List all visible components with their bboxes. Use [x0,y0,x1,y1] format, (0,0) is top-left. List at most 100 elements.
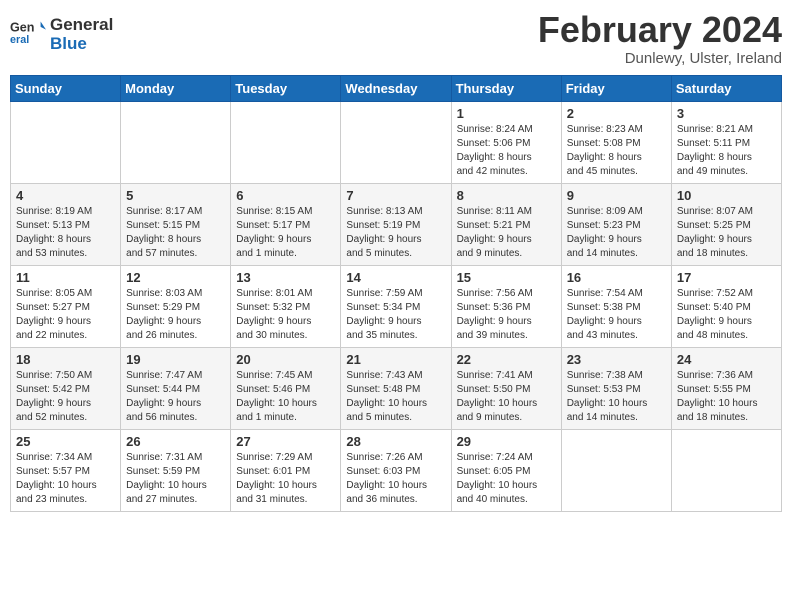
calendar-cell: 25 Sunrise: 7:34 AM Sunset: 5:57 PM Dayli… [11,429,121,511]
calendar-day-header: Saturday [671,75,781,101]
calendar-cell: 10 Sunrise: 8:07 AM Sunset: 5:25 PM Dayli… [671,183,781,265]
day-number: 16 [567,270,666,285]
day-info: Sunrise: 7:41 AM Sunset: 5:50 PM Dayligh… [457,369,556,425]
calendar-cell [121,101,231,183]
calendar-cell: 21Sunrise: 7:43 AM Sunset: 5:48 PM Dayli… [341,347,451,429]
day-info: Sunrise: 8:17 AM Sunset: 5:15 PM Dayligh… [126,205,225,261]
day-number: 19 [126,352,225,367]
day-number: 10 [677,188,776,203]
calendar-cell: 24 Sunrise: 7:36 AM Sunset: 5:55 PM Dayli… [671,347,781,429]
calendar-cell: 20 Sunrise: 7:45 AM Sunset: 5:46 PM Dayli… [231,347,341,429]
calendar-day-header: Wednesday [341,75,451,101]
day-info: Sunrise: 7:26 AM Sunset: 6:03 PM Dayligh… [346,451,445,507]
day-info: Sunrise: 7:36 AM Sunset: 5:55 PM Dayligh… [677,369,776,425]
day-number: 6 [236,188,335,203]
calendar-week-row: 1 Sunrise: 8:24 AM Sunset: 5:06 PM Daylig… [11,101,782,183]
calendar-cell [561,429,671,511]
day-number: 27 [236,434,335,449]
calendar-cell: 6 Sunrise: 8:15 AM Sunset: 5:17 PM Daylig… [231,183,341,265]
calendar-cell: 3 Sunrise: 8:21 AM Sunset: 5:11 PM Daylig… [671,101,781,183]
day-info: Sunrise: 8:01 AM Sunset: 5:32 PM Dayligh… [236,287,335,343]
svg-text:Gen: Gen [10,20,35,34]
day-info: Sunrise: 7:45 AM Sunset: 5:46 PM Dayligh… [236,369,335,425]
calendar-cell: 9Sunrise: 8:09 AM Sunset: 5:23 PM Daylig… [561,183,671,265]
day-info: Sunrise: 8:23 AM Sunset: 5:08 PM Dayligh… [567,123,666,179]
calendar-cell: 17 Sunrise: 7:52 AM Sunset: 5:40 PM Dayli… [671,265,781,347]
calendar-cell: 22Sunrise: 7:41 AM Sunset: 5:50 PM Dayli… [451,347,561,429]
calendar-header-row: SundayMondayTuesdayWednesdayThursdayFrid… [11,75,782,101]
day-info: Sunrise: 8:11 AM Sunset: 5:21 PM Dayligh… [457,205,556,261]
day-info: Sunrise: 7:29 AM Sunset: 6:01 PM Dayligh… [236,451,335,507]
calendar-cell: 27 Sunrise: 7:29 AM Sunset: 6:01 PM Dayli… [231,429,341,511]
calendar-cell [671,429,781,511]
day-number: 5 [126,188,225,203]
day-info: Sunrise: 7:31 AM Sunset: 5:59 PM Dayligh… [126,451,225,507]
day-info: Sunrise: 8:19 AM Sunset: 5:13 PM Dayligh… [16,205,115,261]
day-info: Sunrise: 8:24 AM Sunset: 5:06 PM Dayligh… [457,123,556,179]
day-number: 26 [126,434,225,449]
day-number: 18 [16,352,115,367]
calendar-cell: 18Sunrise: 7:50 AM Sunset: 5:42 PM Dayli… [11,347,121,429]
logo-icon: Gen eral [10,17,46,53]
calendar-day-header: Monday [121,75,231,101]
day-info: Sunrise: 8:07 AM Sunset: 5:25 PM Dayligh… [677,205,776,261]
logo-line2: Blue [50,35,113,54]
day-number: 14 [346,270,445,285]
day-info: Sunrise: 8:15 AM Sunset: 5:17 PM Dayligh… [236,205,335,261]
day-number: 25 [16,434,115,449]
calendar-cell: 26 Sunrise: 7:31 AM Sunset: 5:59 PM Dayli… [121,429,231,511]
day-info: Sunrise: 7:52 AM Sunset: 5:40 PM Dayligh… [677,287,776,343]
calendar-cell: 12Sunrise: 8:03 AM Sunset: 5:29 PM Dayli… [121,265,231,347]
calendar-cell: 11 Sunrise: 8:05 AM Sunset: 5:27 PM Dayli… [11,265,121,347]
day-info: Sunrise: 7:56 AM Sunset: 5:36 PM Dayligh… [457,287,556,343]
calendar-day-header: Sunday [11,75,121,101]
svg-text:eral: eral [10,34,29,46]
calendar-cell [11,101,121,183]
day-number: 1 [457,106,556,121]
day-info: Sunrise: 8:09 AM Sunset: 5:23 PM Dayligh… [567,205,666,261]
calendar-cell: 23Sunrise: 7:38 AM Sunset: 5:53 PM Dayli… [561,347,671,429]
day-info: Sunrise: 8:13 AM Sunset: 5:19 PM Dayligh… [346,205,445,261]
page-subtitle: Dunlewy, Ulster, Ireland [538,50,782,67]
day-number: 28 [346,434,445,449]
calendar-day-header: Friday [561,75,671,101]
day-number: 24 [677,352,776,367]
day-number: 20 [236,352,335,367]
calendar-cell: 7 Sunrise: 8:13 AM Sunset: 5:19 PM Daylig… [341,183,451,265]
day-info: Sunrise: 8:21 AM Sunset: 5:11 PM Dayligh… [677,123,776,179]
day-info: Sunrise: 7:24 AM Sunset: 6:05 PM Dayligh… [457,451,556,507]
day-info: Sunrise: 7:47 AM Sunset: 5:44 PM Dayligh… [126,369,225,425]
day-number: 7 [346,188,445,203]
day-number: 15 [457,270,556,285]
calendar-cell: 5 Sunrise: 8:17 AM Sunset: 5:15 PM Daylig… [121,183,231,265]
header: Gen eral General Blue February 2024 Dunl… [10,10,782,67]
day-number: 3 [677,106,776,121]
calendar-cell: 16 Sunrise: 7:54 AM Sunset: 5:38 PM Dayli… [561,265,671,347]
day-info: Sunrise: 7:43 AM Sunset: 5:48 PM Dayligh… [346,369,445,425]
page-title: February 2024 [538,10,782,50]
calendar-week-row: 11 Sunrise: 8:05 AM Sunset: 5:27 PM Dayli… [11,265,782,347]
day-info: Sunrise: 7:54 AM Sunset: 5:38 PM Dayligh… [567,287,666,343]
day-info: Sunrise: 8:03 AM Sunset: 5:29 PM Dayligh… [126,287,225,343]
calendar-day-header: Thursday [451,75,561,101]
day-number: 17 [677,270,776,285]
day-info: Sunrise: 7:38 AM Sunset: 5:53 PM Dayligh… [567,369,666,425]
day-number: 11 [16,270,115,285]
day-info: Sunrise: 7:34 AM Sunset: 5:57 PM Dayligh… [16,451,115,507]
calendar-week-row: 4 Sunrise: 8:19 AM Sunset: 5:13 PM Daylig… [11,183,782,265]
calendar-cell: 19 Sunrise: 7:47 AM Sunset: 5:44 PM Dayli… [121,347,231,429]
day-number: 4 [16,188,115,203]
calendar-cell: 28 Sunrise: 7:26 AM Sunset: 6:03 PM Dayli… [341,429,451,511]
calendar-cell: 13Sunrise: 8:01 AM Sunset: 5:32 PM Dayli… [231,265,341,347]
day-info: Sunrise: 8:05 AM Sunset: 5:27 PM Dayligh… [16,287,115,343]
calendar-cell [231,101,341,183]
day-number: 8 [457,188,556,203]
day-number: 2 [567,106,666,121]
day-number: 29 [457,434,556,449]
calendar-table: SundayMondayTuesdayWednesdayThursdayFrid… [10,75,782,512]
calendar-cell: 29 Sunrise: 7:24 AM Sunset: 6:05 PM Dayli… [451,429,561,511]
calendar-cell: 1 Sunrise: 8:24 AM Sunset: 5:06 PM Daylig… [451,101,561,183]
calendar-cell: 15 Sunrise: 7:56 AM Sunset: 5:36 PM Dayli… [451,265,561,347]
day-info: Sunrise: 7:59 AM Sunset: 5:34 PM Dayligh… [346,287,445,343]
calendar-cell [341,101,451,183]
